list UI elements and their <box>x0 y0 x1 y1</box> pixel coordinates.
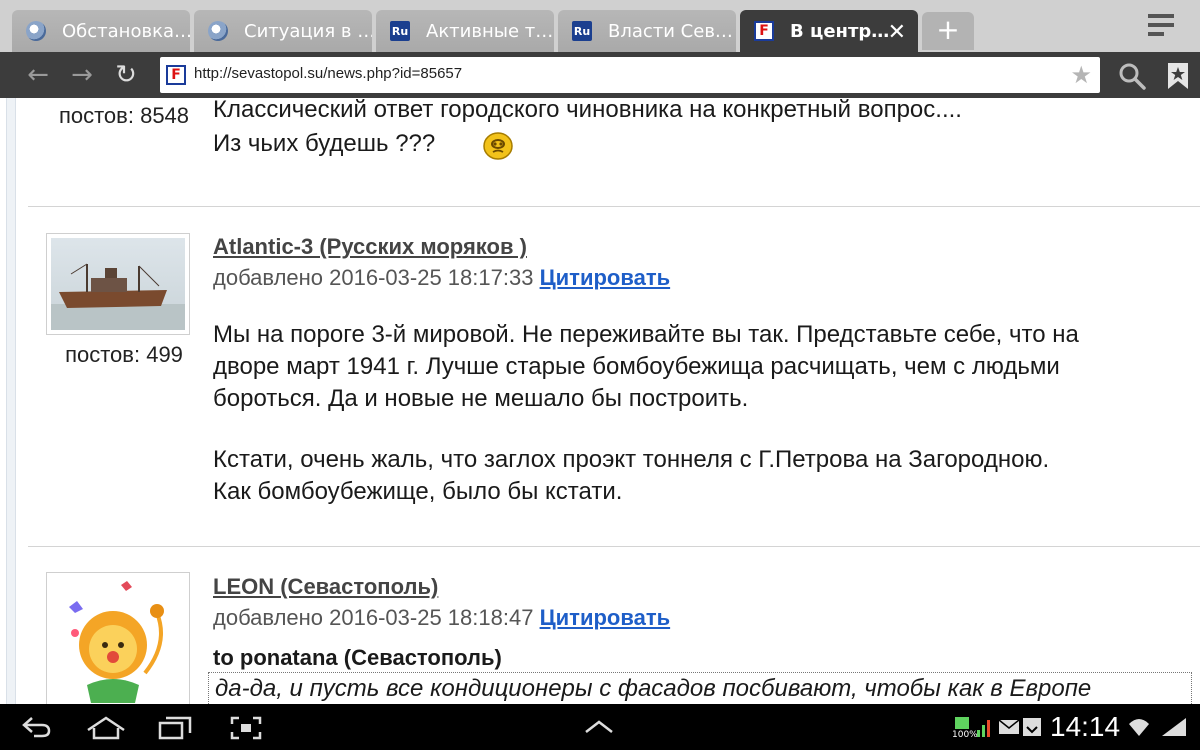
post-meta: добавлено 2016-03-25 18:17:33 Цитировать <box>213 265 670 291</box>
post-meta: добавлено 2016-03-25 18:18:47 Цитировать <box>213 605 670 631</box>
download-icon <box>1023 718 1041 736</box>
post-date: добавлено 2016-03-25 18:18:47 <box>213 605 534 630</box>
recent-apps-icon[interactable] <box>158 716 192 740</box>
wifi-icon <box>1129 719 1149 736</box>
tab-title: Обстановка… <box>62 20 190 42</box>
post-text-line: Мы на пороге 3-й мировой. Не переживайте… <box>213 321 1079 348</box>
post-text-line: Кстати, очень жаль, что заглох проэкт то… <box>213 446 1050 473</box>
chevron-up-icon[interactable] <box>584 720 614 734</box>
back-icon[interactable]: ← <box>22 60 54 92</box>
reload-icon[interactable]: ↻ <box>110 60 142 92</box>
clock: 14:14 <box>1050 711 1121 742</box>
user-post-count: постов: 499 <box>65 342 183 367</box>
post-separator <box>28 546 1200 547</box>
quote-link[interactable]: Цитировать <box>540 265 671 290</box>
tab-title: Власти Сев… <box>608 20 733 42</box>
globe-icon <box>208 21 228 41</box>
search-icon[interactable] <box>1118 62 1146 90</box>
post-text-line: Из чьих будешь ??? <box>213 130 436 157</box>
post-separator <box>28 206 1200 207</box>
page-left-rail <box>6 98 16 704</box>
bookmarks-icon[interactable] <box>1167 62 1189 90</box>
new-tab-button[interactable]: + <box>922 12 974 50</box>
site-favicon-icon: F <box>166 65 186 85</box>
smiley-emoticon-icon <box>483 132 513 160</box>
post-text-line: Как бомбоубежище, было бы кстати. <box>213 478 623 505</box>
tab-3[interactable]: Ru Активные т… <box>376 10 554 52</box>
screenshot-icon[interactable] <box>230 716 262 740</box>
post-author-link[interactable]: LEON (Севастополь) <box>213 574 438 600</box>
f-favicon-icon: F <box>754 21 774 41</box>
tab-1[interactable]: Обстановка… <box>12 10 190 52</box>
user-post-count: постов: 8548 <box>58 103 190 128</box>
post-text-line: бороться. Да и новые не мешало бы постро… <box>213 385 749 412</box>
mail-icon <box>998 719 1020 734</box>
address-bar[interactable]: F http://sevastopol.su/news.php?id=85657… <box>160 57 1100 93</box>
globe-icon <box>26 21 46 41</box>
url-text[interactable]: http://sevastopol.su/news.php?id=85657 <box>194 65 462 82</box>
tab-4[interactable]: Ru Власти Сев… <box>558 10 736 52</box>
home-icon[interactable] <box>86 716 126 740</box>
battery-icon <box>955 717 969 729</box>
avatar[interactable] <box>46 572 190 704</box>
post-date: добавлено 2016-03-25 18:17:33 <box>213 265 534 290</box>
tab-strip: Обстановка… Ситуация в … Ru Активные т… … <box>0 0 1200 52</box>
post-text-line: дворе март 1941 г. Лучше старые бомбоубе… <box>213 353 1060 380</box>
quoted-text: да-да, и пусть все кондиционеры с фасадо… <box>208 672 1192 704</box>
page-content[interactable]: постов: 8548 Классический ответ городско… <box>0 98 1200 704</box>
ru-favicon-icon: Ru <box>390 21 410 41</box>
post-text-line: Классический ответ городского чиновника … <box>213 98 962 123</box>
reply-to-label: to ponatana (Севастополь) <box>213 645 502 670</box>
tab-title: Ситуация в … <box>244 20 372 42</box>
menu-icon[interactable] <box>1148 14 1178 40</box>
system-navigation-bar: 100% 14:14 <box>0 704 1200 750</box>
ru-favicon-icon: Ru <box>572 21 592 41</box>
cellular-signal-icon <box>1162 718 1186 736</box>
close-tab-icon[interactable]: ✕ <box>888 20 906 45</box>
ship-photo-image <box>51 238 185 330</box>
battery-percent: 100% <box>952 730 978 740</box>
quote-link[interactable]: Цитировать <box>540 605 671 630</box>
post-author-link[interactable]: Atlantic-3 (Русских моряков ) <box>213 234 527 260</box>
bookmark-star-icon[interactable]: ★ <box>1070 61 1092 89</box>
forward-icon[interactable]: → <box>66 60 98 92</box>
lion-cartoon-image <box>47 573 189 704</box>
tab-5-active[interactable]: F В центр… ✕ <box>740 10 918 52</box>
tab-title: Активные т… <box>426 20 554 42</box>
back-nav-icon[interactable] <box>22 716 52 738</box>
tab-title: В центр… <box>790 20 890 42</box>
tab-2[interactable]: Ситуация в … <box>194 10 372 52</box>
avatar[interactable] <box>46 233 190 335</box>
signal-bars-icon <box>977 720 990 737</box>
